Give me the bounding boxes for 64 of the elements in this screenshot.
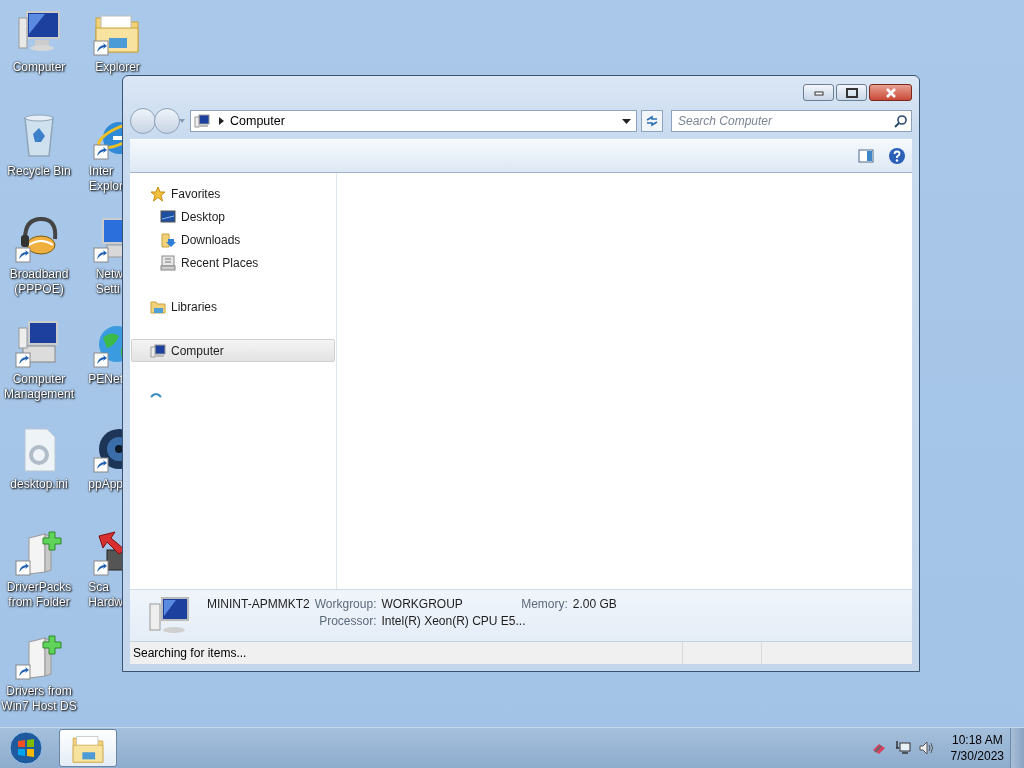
library-folder-icon	[150, 298, 166, 315]
computer-icon	[148, 596, 192, 636]
computer-icon	[150, 342, 166, 359]
clock-date[interactable]: 7/30/2023	[950, 748, 1004, 764]
search-field[interactable]: Search Computer	[671, 110, 912, 132]
forward-button[interactable]	[154, 108, 180, 134]
chevron-icon[interactable]	[216, 116, 226, 126]
icon-label[interactable]: Explorer	[95, 60, 140, 75]
status-text: Searching for items...	[133, 646, 248, 660]
volume-icon[interactable]	[918, 740, 935, 756]
nav-item[interactable]: Computer	[131, 339, 335, 362]
desktop-icon	[160, 208, 176, 225]
loading-icon	[150, 391, 162, 398]
computer-name: MININT-APMMKT2	[207, 597, 310, 611]
explorer-taskbar-button[interactable]	[59, 729, 117, 767]
arrow-device-icon[interactable]	[93, 528, 122, 576]
search-icon[interactable]	[894, 114, 908, 128]
server-plus-icon[interactable]	[15, 632, 63, 680]
field-label: Memory:	[521, 597, 568, 611]
icon-label[interactable]: Computer Management	[3, 372, 74, 402]
minimize-icon[interactable]	[813, 89, 824, 96]
icon-label[interactable]: Netw Setti	[95, 267, 123, 297]
icon-label[interactable]: desktop.ini	[10, 477, 68, 492]
refresh-icon[interactable]	[645, 115, 659, 127]
minimize-button[interactable]	[803, 84, 834, 101]
field-value: WORKGROUP	[381, 597, 463, 611]
refresh-button[interactable]	[641, 110, 663, 132]
preview-pane-icon[interactable]	[858, 149, 874, 163]
field-label: Workgroup:	[314, 597, 377, 611]
star-icon	[150, 185, 166, 202]
nav-item[interactable]: Libraries	[131, 295, 335, 318]
address-bar[interactable]: Computer	[190, 110, 637, 132]
icon-label[interactable]: Drivers from Win7 Host DS	[1, 684, 77, 714]
download-folder-icon	[160, 231, 176, 248]
back-button[interactable]	[130, 108, 156, 134]
nav-item[interactable]: Recent Places	[131, 251, 335, 274]
icon-label[interactable]: PENet	[88, 372, 123, 387]
icon-label[interactable]: Recycle Bin	[7, 164, 71, 179]
maximize-button[interactable]	[836, 84, 867, 101]
field-value: Intel(R) Xeon(R) CPU E5...	[381, 614, 527, 628]
close-icon[interactable]	[884, 87, 897, 98]
recent-places-icon	[160, 254, 176, 271]
network-computer-icon[interactable]	[93, 215, 122, 263]
nav-item[interactable]: Desktop	[131, 205, 335, 228]
dropdown-icon[interactable]	[621, 118, 631, 124]
icon-label[interactable]: Inter Explor	[89, 164, 123, 194]
close-button[interactable]	[869, 84, 912, 101]
field-value: 2.00 GB	[572, 597, 617, 611]
icon-label[interactable]: DriverPacks from Folder	[6, 580, 72, 610]
icon-label[interactable]: Sca Hardw	[88, 580, 123, 610]
computer-icon	[194, 113, 210, 129]
clock-time[interactable]: 10:18 AM	[951, 732, 1003, 748]
icon-label[interactable]: Computer	[12, 60, 66, 75]
icon-label[interactable]: ppApp	[88, 477, 123, 492]
nav-item[interactable]: Favorites	[131, 182, 335, 205]
help-icon[interactable]	[888, 147, 906, 165]
caret-icon[interactable]	[178, 118, 186, 124]
breadcrumb-item[interactable]: Computer	[226, 114, 616, 128]
field-label: Processor:	[318, 614, 377, 628]
maximize-icon[interactable]	[845, 87, 858, 98]
network-icon[interactable]	[894, 740, 911, 756]
nav-item[interactable]: Downloads	[131, 228, 335, 251]
icon-label[interactable]: Broadband (PPPOE)	[9, 267, 69, 297]
server-plus-icon[interactable]	[15, 528, 63, 576]
